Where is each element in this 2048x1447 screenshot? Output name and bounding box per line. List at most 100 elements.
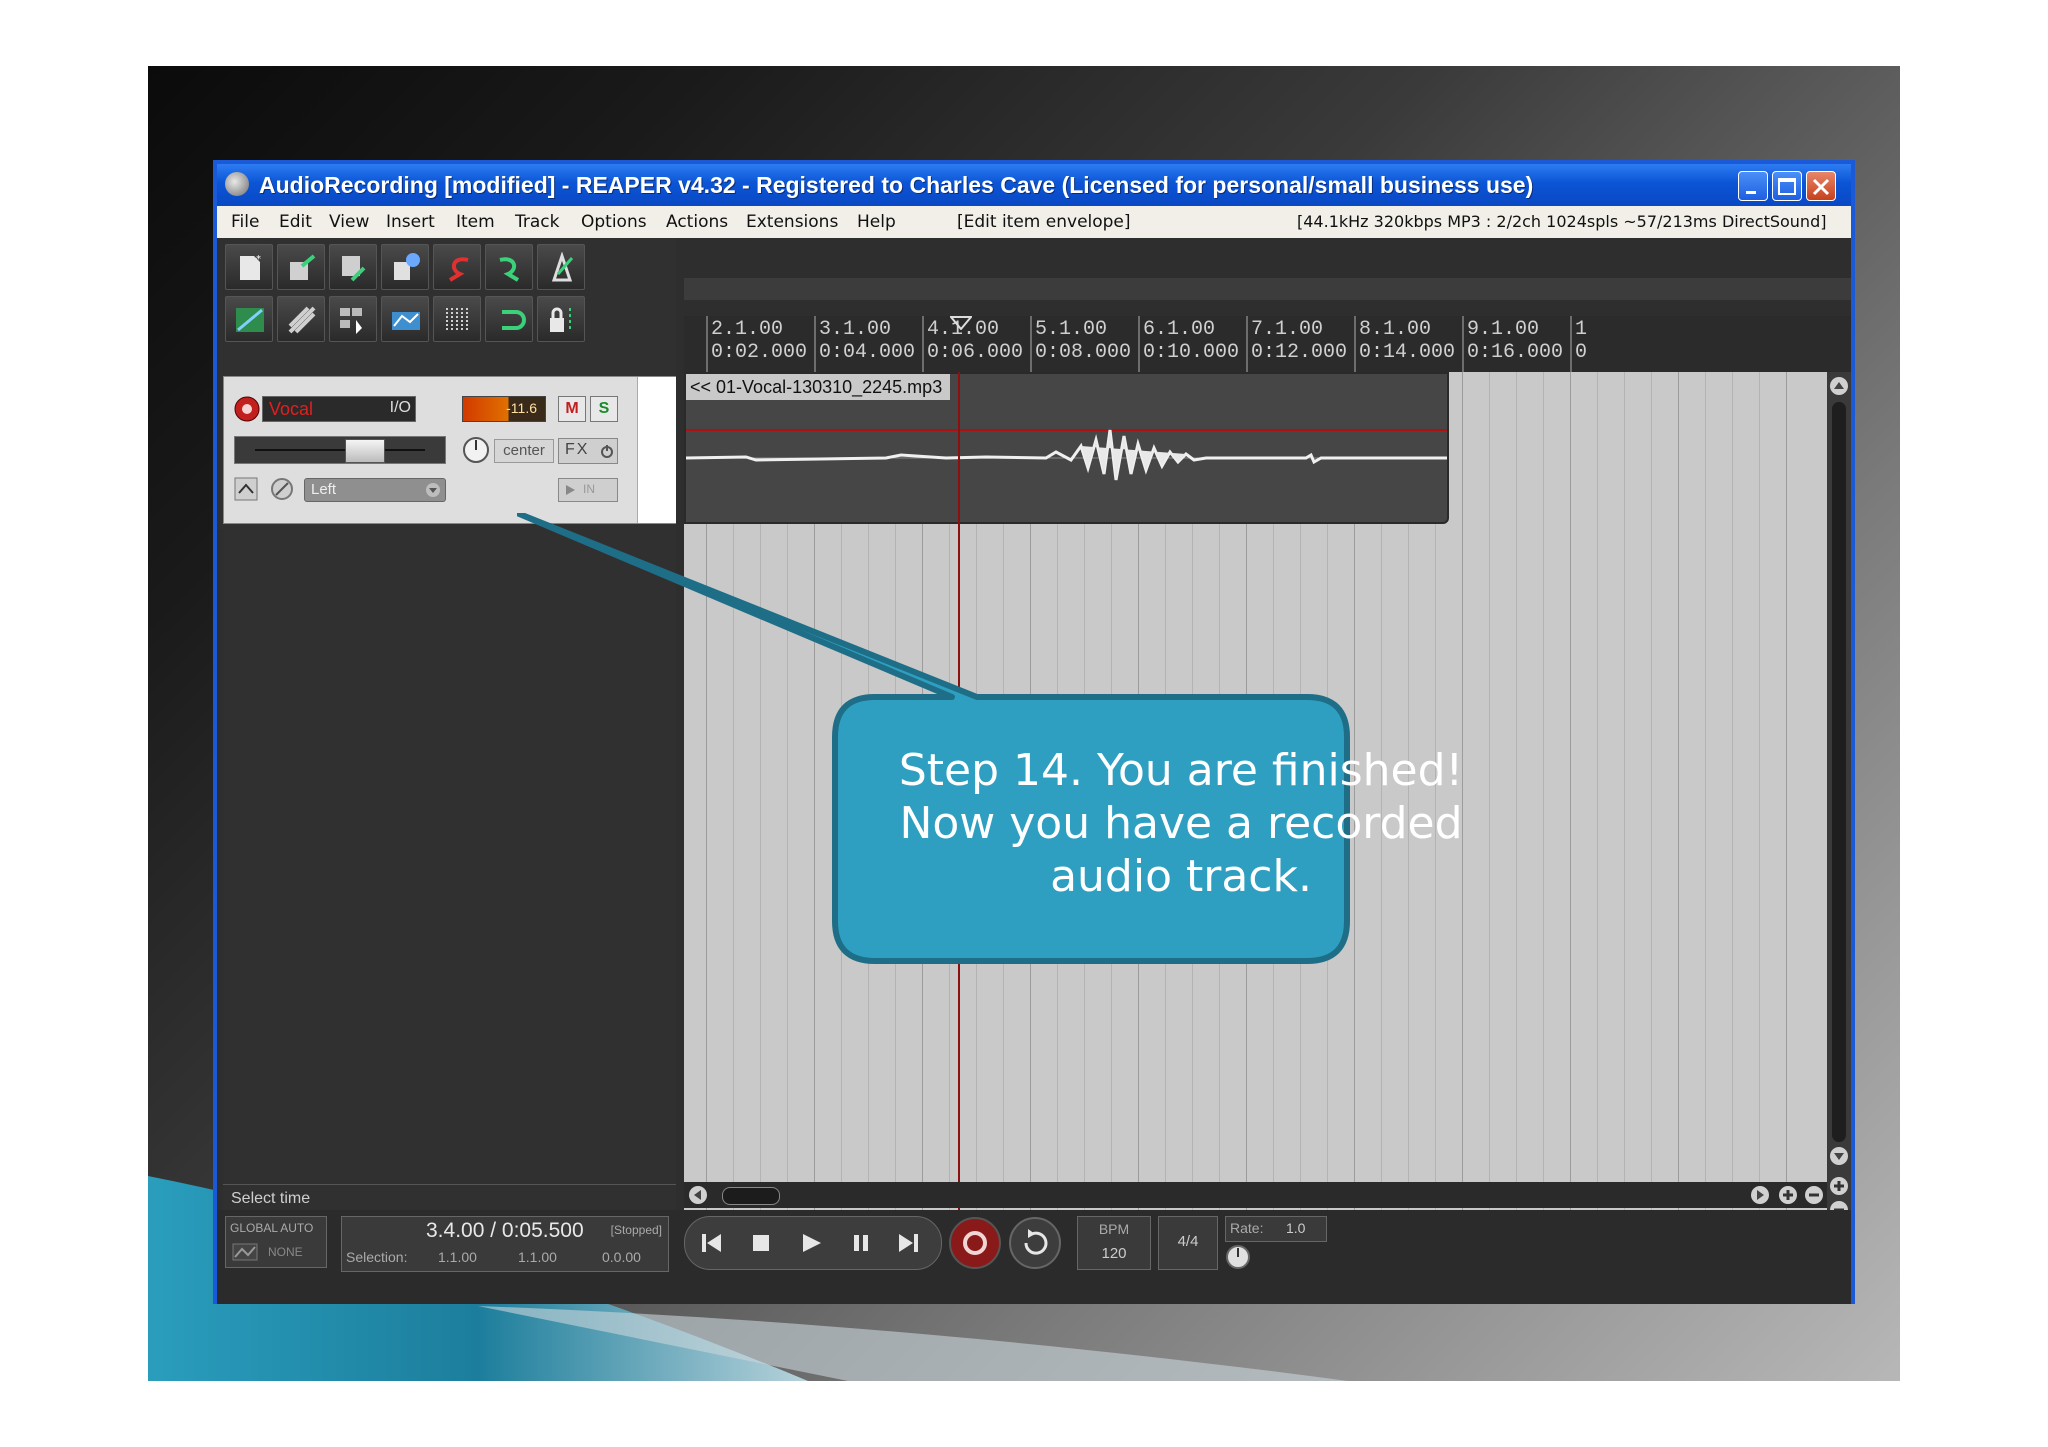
menu-options[interactable]: Options	[581, 206, 647, 238]
envelope-toggle-icon[interactable]	[234, 477, 258, 501]
automation-icon	[232, 1243, 258, 1261]
record-button[interactable]	[948, 1216, 1002, 1270]
menu-view[interactable]: View	[329, 206, 369, 238]
scroll-right-icon[interactable]	[1750, 1185, 1770, 1205]
ruler-tick	[922, 316, 924, 372]
menu-actions[interactable]: Actions	[666, 206, 728, 238]
auto-crossfade-button[interactable]	[225, 296, 273, 342]
time-signature-display[interactable]: 4/4	[1158, 1216, 1218, 1270]
loop-button[interactable]	[485, 296, 533, 342]
go-to-end-icon[interactable]	[895, 1231, 921, 1255]
menu-item[interactable]: Item	[456, 206, 495, 238]
grid-line	[1543, 372, 1544, 1210]
menu-file[interactable]: File	[231, 206, 259, 238]
zoom-out-horizontal-icon[interactable]	[1804, 1185, 1824, 1205]
title-bar[interactable]: AudioRecording [modified] - REAPER v4.32…	[217, 164, 1851, 206]
repeat-button[interactable]	[1008, 1216, 1062, 1270]
svg-text:*: *	[256, 254, 261, 265]
horizontal-scrollbar[interactable]	[684, 1182, 1827, 1208]
selection-label: Selection:	[346, 1249, 408, 1265]
fader-thumb[interactable]	[345, 439, 385, 463]
scroll-left-icon[interactable]	[688, 1185, 708, 1205]
scroll-up-icon[interactable]	[1829, 376, 1849, 396]
pan-value[interactable]: center	[494, 439, 554, 463]
ruler-mark-3: 4.1.00 0:06.000	[927, 318, 1024, 364]
ruler-tick	[706, 316, 708, 372]
new-project-icon: *	[240, 254, 261, 280]
item-grouping-button[interactable]	[277, 296, 325, 342]
ruler-top-strip	[684, 278, 1851, 300]
volume-fader[interactable]	[234, 436, 446, 464]
playrate-knob-icon[interactable]	[1225, 1244, 1251, 1270]
save-project-button[interactable]	[329, 244, 377, 290]
close-button[interactable]	[1806, 171, 1836, 201]
lock-icon	[550, 307, 571, 332]
media-item-name[interactable]: << 01-Vocal-130310_2245.mp3	[686, 374, 950, 400]
new-project-button[interactable]: *	[225, 244, 273, 290]
vertical-scrollbar[interactable]	[1827, 372, 1851, 1219]
menu-insert[interactable]: Insert	[386, 206, 435, 238]
play-state-label: [Stopped]	[610, 1223, 662, 1237]
track-name-field[interactable]: Vocal I/O	[262, 396, 416, 422]
go-to-start-icon[interactable]	[699, 1231, 725, 1255]
fx-bypass-icon[interactable]	[599, 443, 615, 459]
media-item-vocal[interactable]: << 01-Vocal-130310_2245.mp3	[684, 372, 1449, 524]
undo-icon	[448, 257, 469, 282]
open-project-button[interactable]	[277, 244, 325, 290]
ruler-tick	[1354, 316, 1356, 372]
stop-icon[interactable]	[749, 1231, 773, 1255]
playhead-marker-icon[interactable]	[950, 316, 972, 330]
pause-icon[interactable]	[849, 1231, 873, 1255]
minimize-icon	[1746, 191, 1756, 194]
project-settings-icon	[394, 253, 420, 280]
tempo-display[interactable]: BPM 120	[1077, 1216, 1151, 1270]
mute-button[interactable]: M	[558, 396, 586, 422]
zoom-in-horizontal-icon[interactable]	[1778, 1185, 1798, 1205]
timeline-ruler[interactable]: 2.1.00 0:02.000 3.1.00 0:04.000 4.1.00 0:06…	[684, 316, 1851, 373]
callout-line-3: audio track.	[1050, 851, 1312, 902]
ruler-tick	[1138, 316, 1140, 372]
loop-icon	[502, 310, 526, 330]
window-title: AudioRecording [modified] - REAPER v4.32…	[259, 172, 1534, 198]
pan-knob-icon[interactable]	[462, 436, 490, 464]
play-icon[interactable]	[799, 1231, 825, 1255]
menu-edit[interactable]: Edit	[279, 206, 312, 238]
fx-button[interactable]: FX	[558, 438, 618, 464]
ruler-mark-2: 3.1.00 0:04.000	[819, 318, 916, 364]
input-monitor-button[interactable]: IN	[558, 478, 618, 502]
time-display[interactable]: 3.4.00 / 0:05.500 [Stopped] Selection: 1…	[341, 1216, 669, 1272]
grid-lines-button[interactable]	[433, 296, 481, 342]
redo-button[interactable]	[485, 244, 533, 290]
callout-line-1: Step 14. You are finished!	[898, 745, 1464, 796]
ruler-mark-5: 6.1.00 0:10.000	[1143, 318, 1240, 364]
undo-button[interactable]	[433, 244, 481, 290]
maximize-button[interactable]	[1772, 171, 1802, 201]
h-scroll-thumb[interactable]	[722, 1187, 780, 1205]
track-panel-vocal[interactable]: Vocal I/O -11.6 M S center FX 1 Left IN	[223, 376, 676, 524]
global-automation-button[interactable]: GLOBAL AUTO NONE	[225, 1216, 327, 1268]
scroll-down-icon[interactable]	[1829, 1146, 1849, 1166]
menu-track[interactable]: Track	[515, 206, 559, 238]
menu-help[interactable]: Help	[857, 206, 896, 238]
playrate-display[interactable]: Rate: 1.0	[1225, 1216, 1327, 1242]
envelope-points-button[interactable]	[381, 296, 429, 342]
zoom-in-vertical-icon[interactable]	[1829, 1176, 1849, 1196]
menu-extensions[interactable]: Extensions	[746, 206, 838, 238]
metronome-button[interactable]	[537, 244, 585, 290]
solo-button[interactable]: S	[590, 396, 618, 422]
record-arm-icon[interactable]	[234, 396, 260, 422]
lock-button[interactable]	[537, 296, 585, 342]
callout-line-2: Now you have a recorded	[899, 798, 1463, 849]
project-settings-button[interactable]	[381, 244, 429, 290]
grid-snap-icon	[340, 308, 362, 334]
track-selection-strip[interactable]	[637, 377, 676, 523]
phase-invert-icon[interactable]	[270, 477, 294, 501]
transport-controls	[684, 1216, 942, 1270]
record-input-select[interactable]: Left	[304, 478, 446, 502]
minimize-button[interactable]	[1738, 171, 1768, 201]
grid-snap-button[interactable]	[329, 296, 377, 342]
input-label: IN	[583, 482, 595, 496]
io-button[interactable]: I/O	[390, 399, 411, 417]
scroll-thumb[interactable]	[1832, 402, 1846, 1142]
rate-label: Rate:	[1230, 1220, 1264, 1236]
